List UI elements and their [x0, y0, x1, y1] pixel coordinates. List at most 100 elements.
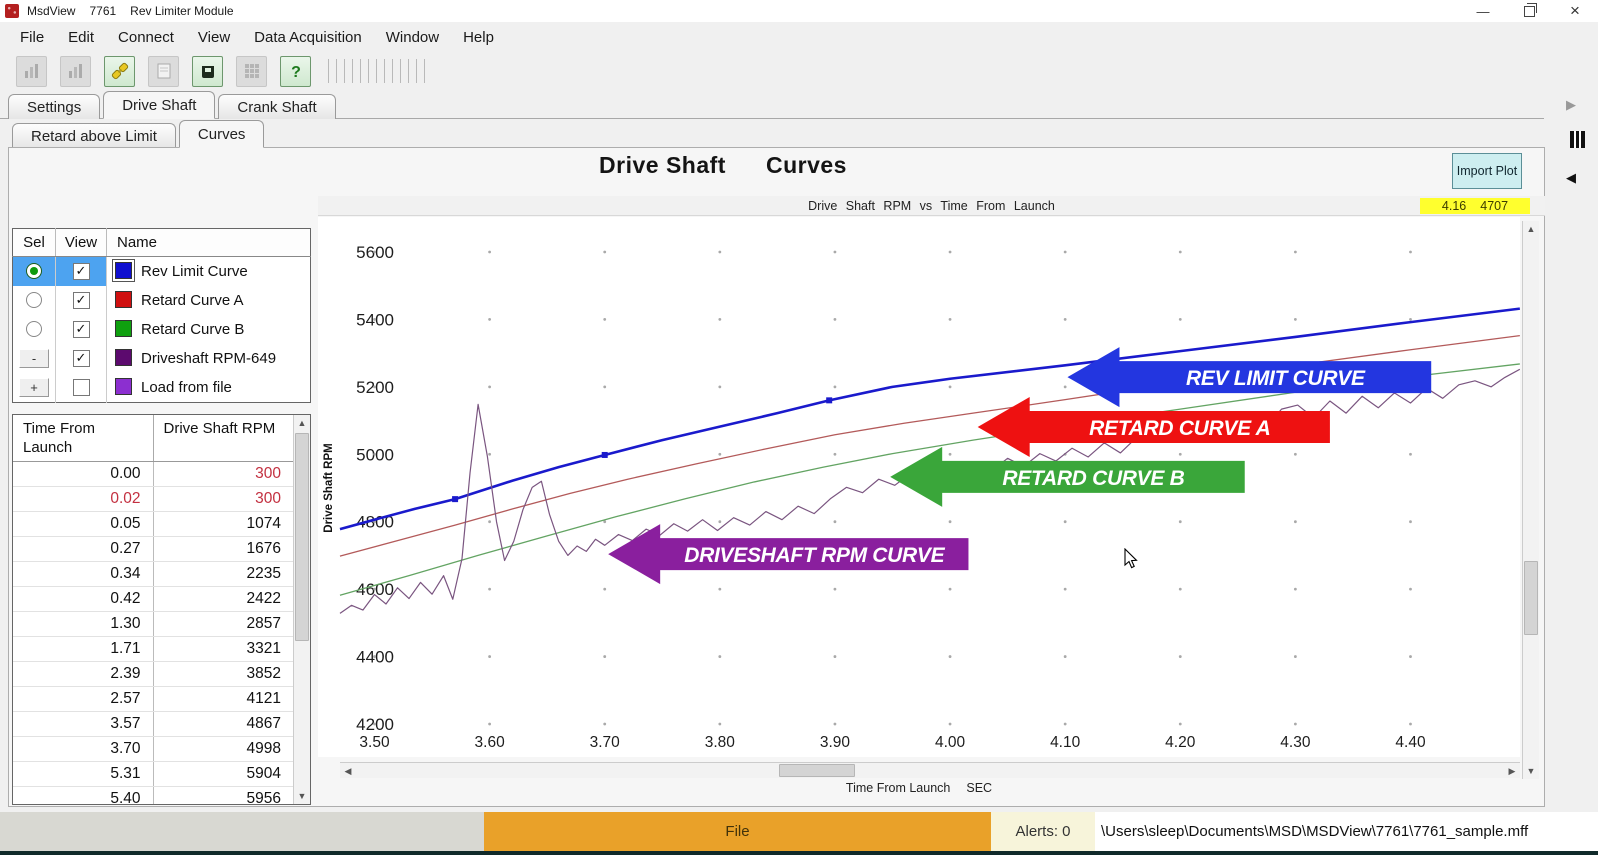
- curve-name-label: Retard Curve A: [141, 292, 244, 309]
- rpm-cell[interactable]: 2235: [153, 562, 293, 587]
- name-cell: Retard Curve A: [107, 286, 311, 315]
- status-bar: File Alerts: 0 \Users\sleep\Documents\MS…: [0, 812, 1598, 851]
- grid-dot: [488, 520, 491, 523]
- minimize-button[interactable]: —: [1460, 0, 1506, 22]
- grid-dot: [1294, 723, 1297, 726]
- time-cell[interactable]: 5.31: [13, 762, 153, 787]
- time-cell[interactable]: 2.39: [13, 662, 153, 687]
- name-cell: Rev Limit Curve: [107, 257, 311, 287]
- view-checkbox[interactable]: [73, 379, 90, 396]
- time-cell[interactable]: 0.05: [13, 512, 153, 537]
- chart-v-scrollbar[interactable]: ▲ ▼: [1522, 221, 1539, 779]
- time-cell[interactable]: 5.40: [13, 787, 153, 806]
- remove-curve-button[interactable]: -: [19, 349, 49, 368]
- save-button[interactable]: [192, 56, 223, 87]
- scroll-right-icon[interactable]: ▶: [1504, 763, 1520, 779]
- tab-overflow-right-icon[interactable]: ▶: [1566, 97, 1576, 113]
- rpm-cell[interactable]: 4867: [153, 712, 293, 737]
- menu-window[interactable]: Window: [374, 25, 451, 50]
- menu-help[interactable]: Help: [451, 25, 506, 50]
- tab-settings[interactable]: Settings: [8, 94, 100, 119]
- import-plot-button[interactable]: Import Plot: [1452, 153, 1522, 189]
- time-cell[interactable]: 0.34: [13, 562, 153, 587]
- select-radio[interactable]: [26, 292, 42, 308]
- time-cell[interactable]: 2.57: [13, 687, 153, 712]
- add-curve-button[interactable]: +: [19, 378, 49, 397]
- select-radio[interactable]: [26, 321, 42, 337]
- collapse-left-icon[interactable]: ◀: [1566, 170, 1576, 186]
- rpm-cell[interactable]: 3321: [153, 637, 293, 662]
- scroll-left-icon[interactable]: ◀: [340, 763, 356, 779]
- menu-view[interactable]: View: [186, 25, 242, 50]
- page-title-sub: Curves: [766, 152, 847, 178]
- select-radio[interactable]: [26, 263, 42, 279]
- view-checkbox[interactable]: ✓: [73, 321, 90, 338]
- view-checkbox[interactable]: ✓: [73, 350, 90, 367]
- grid-dot: [1064, 723, 1067, 726]
- time-cell[interactable]: 3.57: [13, 712, 153, 737]
- restore-button[interactable]: [1506, 0, 1552, 22]
- scroll-up-icon[interactable]: ▲: [1523, 221, 1539, 237]
- rpm-cell[interactable]: 1074: [153, 512, 293, 537]
- grid-dot: [949, 723, 952, 726]
- time-cell[interactable]: 1.30: [13, 612, 153, 637]
- rpm-cell[interactable]: 1676: [153, 537, 293, 562]
- rpm-cell[interactable]: 300: [153, 462, 293, 487]
- tab-crank-shaft[interactable]: Crank Shaft: [218, 94, 335, 119]
- rpm-cell[interactable]: 5956: [153, 787, 293, 806]
- time-cell[interactable]: 3.70: [13, 737, 153, 762]
- subtab-retard-above-limit[interactable]: Retard above Limit: [12, 123, 176, 148]
- rpm-cell[interactable]: 4121: [153, 687, 293, 712]
- data-table-scrollbar[interactable]: ▲ ▼: [293, 415, 310, 804]
- status-alerts-segment[interactable]: Alerts: 0: [991, 812, 1095, 851]
- tab-drive-shaft[interactable]: Drive Shaft: [103, 91, 215, 119]
- rpm-cell[interactable]: 2422: [153, 587, 293, 612]
- view-checkbox[interactable]: ✓: [73, 292, 90, 309]
- plot-canvas[interactable]: 560054005200500048004600440042003.503.60…: [318, 217, 1520, 757]
- menu-edit[interactable]: Edit: [56, 25, 106, 50]
- h-scrollbar-thumb[interactable]: [779, 764, 855, 777]
- chart-h-scrollbar[interactable]: ◀ ▶: [340, 762, 1520, 778]
- rpm-cell[interactable]: 4998: [153, 737, 293, 762]
- close-button[interactable]: ×: [1552, 0, 1598, 22]
- time-cell[interactable]: 0.00: [13, 462, 153, 487]
- view-checkbox[interactable]: ✓: [73, 263, 90, 280]
- msdview-window: MsdView 7761 Rev Limiter Module — × File…: [0, 0, 1598, 855]
- scroll-down-icon[interactable]: ▼: [294, 788, 310, 804]
- rpm-cell[interactable]: 2857: [153, 612, 293, 637]
- connect-button[interactable]: [104, 56, 135, 87]
- menu-data-acquisition[interactable]: Data Acquisition: [242, 25, 374, 50]
- grid-dot: [1064, 251, 1067, 254]
- subtab-curves[interactable]: Curves: [179, 120, 265, 148]
- x-tick-label: 3.90: [820, 734, 851, 751]
- curve-name-label: Retard Curve B: [141, 321, 244, 338]
- rpm-cell[interactable]: 300: [153, 487, 293, 512]
- menu-file[interactable]: File: [8, 25, 56, 50]
- scrollbar-thumb[interactable]: [295, 433, 309, 641]
- time-cell[interactable]: 1.71: [13, 637, 153, 662]
- rpm-cell[interactable]: 3852: [153, 662, 293, 687]
- v-scrollbar-thumb[interactable]: [1524, 561, 1538, 635]
- table-row: 1.713321: [13, 637, 293, 662]
- x-axis-label: Time From LaunchSEC: [318, 781, 1520, 795]
- curve-color-swatch[interactable]: [115, 349, 132, 366]
- rpm-cell[interactable]: 5904: [153, 762, 293, 787]
- pane-grip-icon[interactable]: [1570, 131, 1585, 148]
- annotation-label: RETARD CURVE B: [1002, 467, 1184, 490]
- scroll-down-icon[interactable]: ▼: [1523, 763, 1539, 779]
- series-marker: [826, 397, 832, 403]
- toolbar: ?: [0, 52, 1598, 90]
- menu-connect[interactable]: Connect: [106, 25, 186, 50]
- curve-color-swatch[interactable]: [115, 320, 132, 337]
- curve-color-swatch[interactable]: [115, 291, 132, 308]
- time-cell[interactable]: 0.02: [13, 487, 153, 512]
- help-button[interactable]: ?: [280, 56, 311, 87]
- time-cell[interactable]: 0.42: [13, 587, 153, 612]
- curve-color-swatch[interactable]: [115, 262, 132, 279]
- chart-icon: [22, 61, 42, 81]
- grid-dot: [949, 588, 952, 591]
- status-file-segment[interactable]: File: [484, 812, 991, 851]
- time-cell[interactable]: 0.27: [13, 537, 153, 562]
- curve-color-swatch[interactable]: [115, 378, 132, 395]
- scroll-up-icon[interactable]: ▲: [294, 415, 310, 431]
